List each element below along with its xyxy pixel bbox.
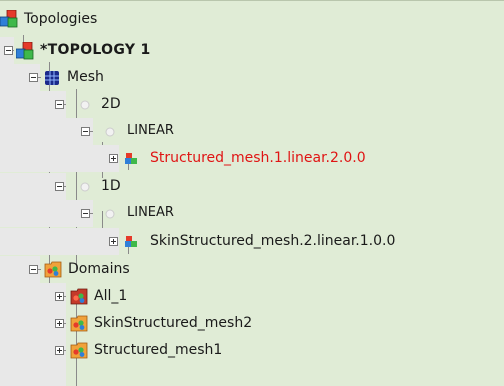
tree-item-label: Domains: [68, 261, 130, 277]
dimension-dot-icon: [80, 182, 90, 192]
tree-item-skin-structured-mesh[interactable]: SkinStructured_mesh.2.linear.1.0.0: [0, 228, 504, 255]
tree-item-label: Structured_mesh1: [94, 342, 223, 358]
tree-item-domains[interactable]: Domains: [0, 256, 504, 283]
tree-item-2d[interactable]: 2D: [0, 91, 504, 118]
expand-toggle-icon[interactable]: [55, 292, 64, 301]
tree-item-domain-structured[interactable]: Structured_mesh1: [0, 337, 504, 364]
collapse-toggle-icon[interactable]: [55, 100, 64, 109]
collapse-toggle-icon[interactable]: [29, 265, 38, 274]
domain-group-icon: [70, 288, 88, 305]
indent-gutter: [0, 145, 119, 172]
expand-toggle-icon[interactable]: [55, 319, 64, 328]
indent-gutter: [0, 200, 93, 227]
tree-item-label: SkinStructured_mesh.2.linear.1.0.0: [150, 233, 396, 249]
topology-icon: [16, 42, 34, 60]
dimension-dot-icon: [80, 100, 90, 110]
tree-item-topologies[interactable]: Topologies: [0, 8, 504, 35]
tree-item-label: *TOPOLOGY 1: [40, 42, 151, 58]
collapse-toggle-icon[interactable]: [4, 46, 13, 55]
tree-item-linear-2d[interactable]: LINEAR: [0, 118, 504, 145]
domains-folder-icon: [44, 261, 62, 278]
collapse-toggle-icon[interactable]: [81, 127, 90, 136]
domain-group-icon: [70, 342, 88, 359]
mesh-grid-icon: [45, 71, 59, 85]
expand-toggle-icon[interactable]: [109, 154, 118, 163]
tree-item-label: Topologies: [24, 11, 98, 27]
domain-group-icon: [70, 315, 88, 332]
tree-item-label: LINEAR: [127, 123, 174, 138]
expand-toggle-icon[interactable]: [109, 237, 118, 246]
topology-icon: [0, 10, 18, 28]
expand-toggle-icon[interactable]: [55, 346, 64, 355]
mesh-part-icon: [125, 236, 137, 247]
indent-gutter: [0, 118, 93, 145]
tree-item-domain-skin[interactable]: SkinStructured_mesh2: [0, 310, 504, 337]
mesh-part-icon: [125, 153, 137, 164]
collapse-toggle-icon[interactable]: [29, 73, 38, 82]
tree-item-linear-1d[interactable]: LINEAR: [0, 200, 504, 227]
tree-item-mesh[interactable]: Mesh: [0, 64, 504, 91]
tree-item-domain-all[interactable]: All_1: [0, 283, 504, 310]
tree-item-1d[interactable]: 1D: [0, 173, 504, 200]
tree-item-topology-1[interactable]: *TOPOLOGY 1: [0, 37, 504, 64]
indent-gutter: [0, 228, 119, 255]
tree-item-label: 2D: [101, 96, 121, 112]
tree-item-label: LINEAR: [127, 205, 174, 220]
element-type-dot-icon: [105, 209, 115, 219]
tree-item-label: All_1: [94, 288, 128, 304]
tree-item-label: SkinStructured_mesh2: [94, 315, 253, 331]
topology-tree-panel[interactable]: Topologies *TOPOLOGY 1 Mesh 2D LINEAR St…: [0, 0, 504, 386]
tree-item-partial: [0, 364, 504, 386]
tree-item-label: 1D: [101, 178, 121, 194]
element-type-dot-icon: [105, 127, 115, 137]
tree-item-label: Mesh: [67, 69, 104, 85]
tree-item-structured-mesh[interactable]: Structured_mesh.1.linear.2.0.0: [0, 145, 504, 172]
indent-gutter: [0, 364, 66, 386]
collapse-toggle-icon[interactable]: [55, 182, 64, 191]
tree-item-label: Structured_mesh.1.linear.2.0.0: [150, 150, 366, 166]
collapse-toggle-icon[interactable]: [81, 209, 90, 218]
